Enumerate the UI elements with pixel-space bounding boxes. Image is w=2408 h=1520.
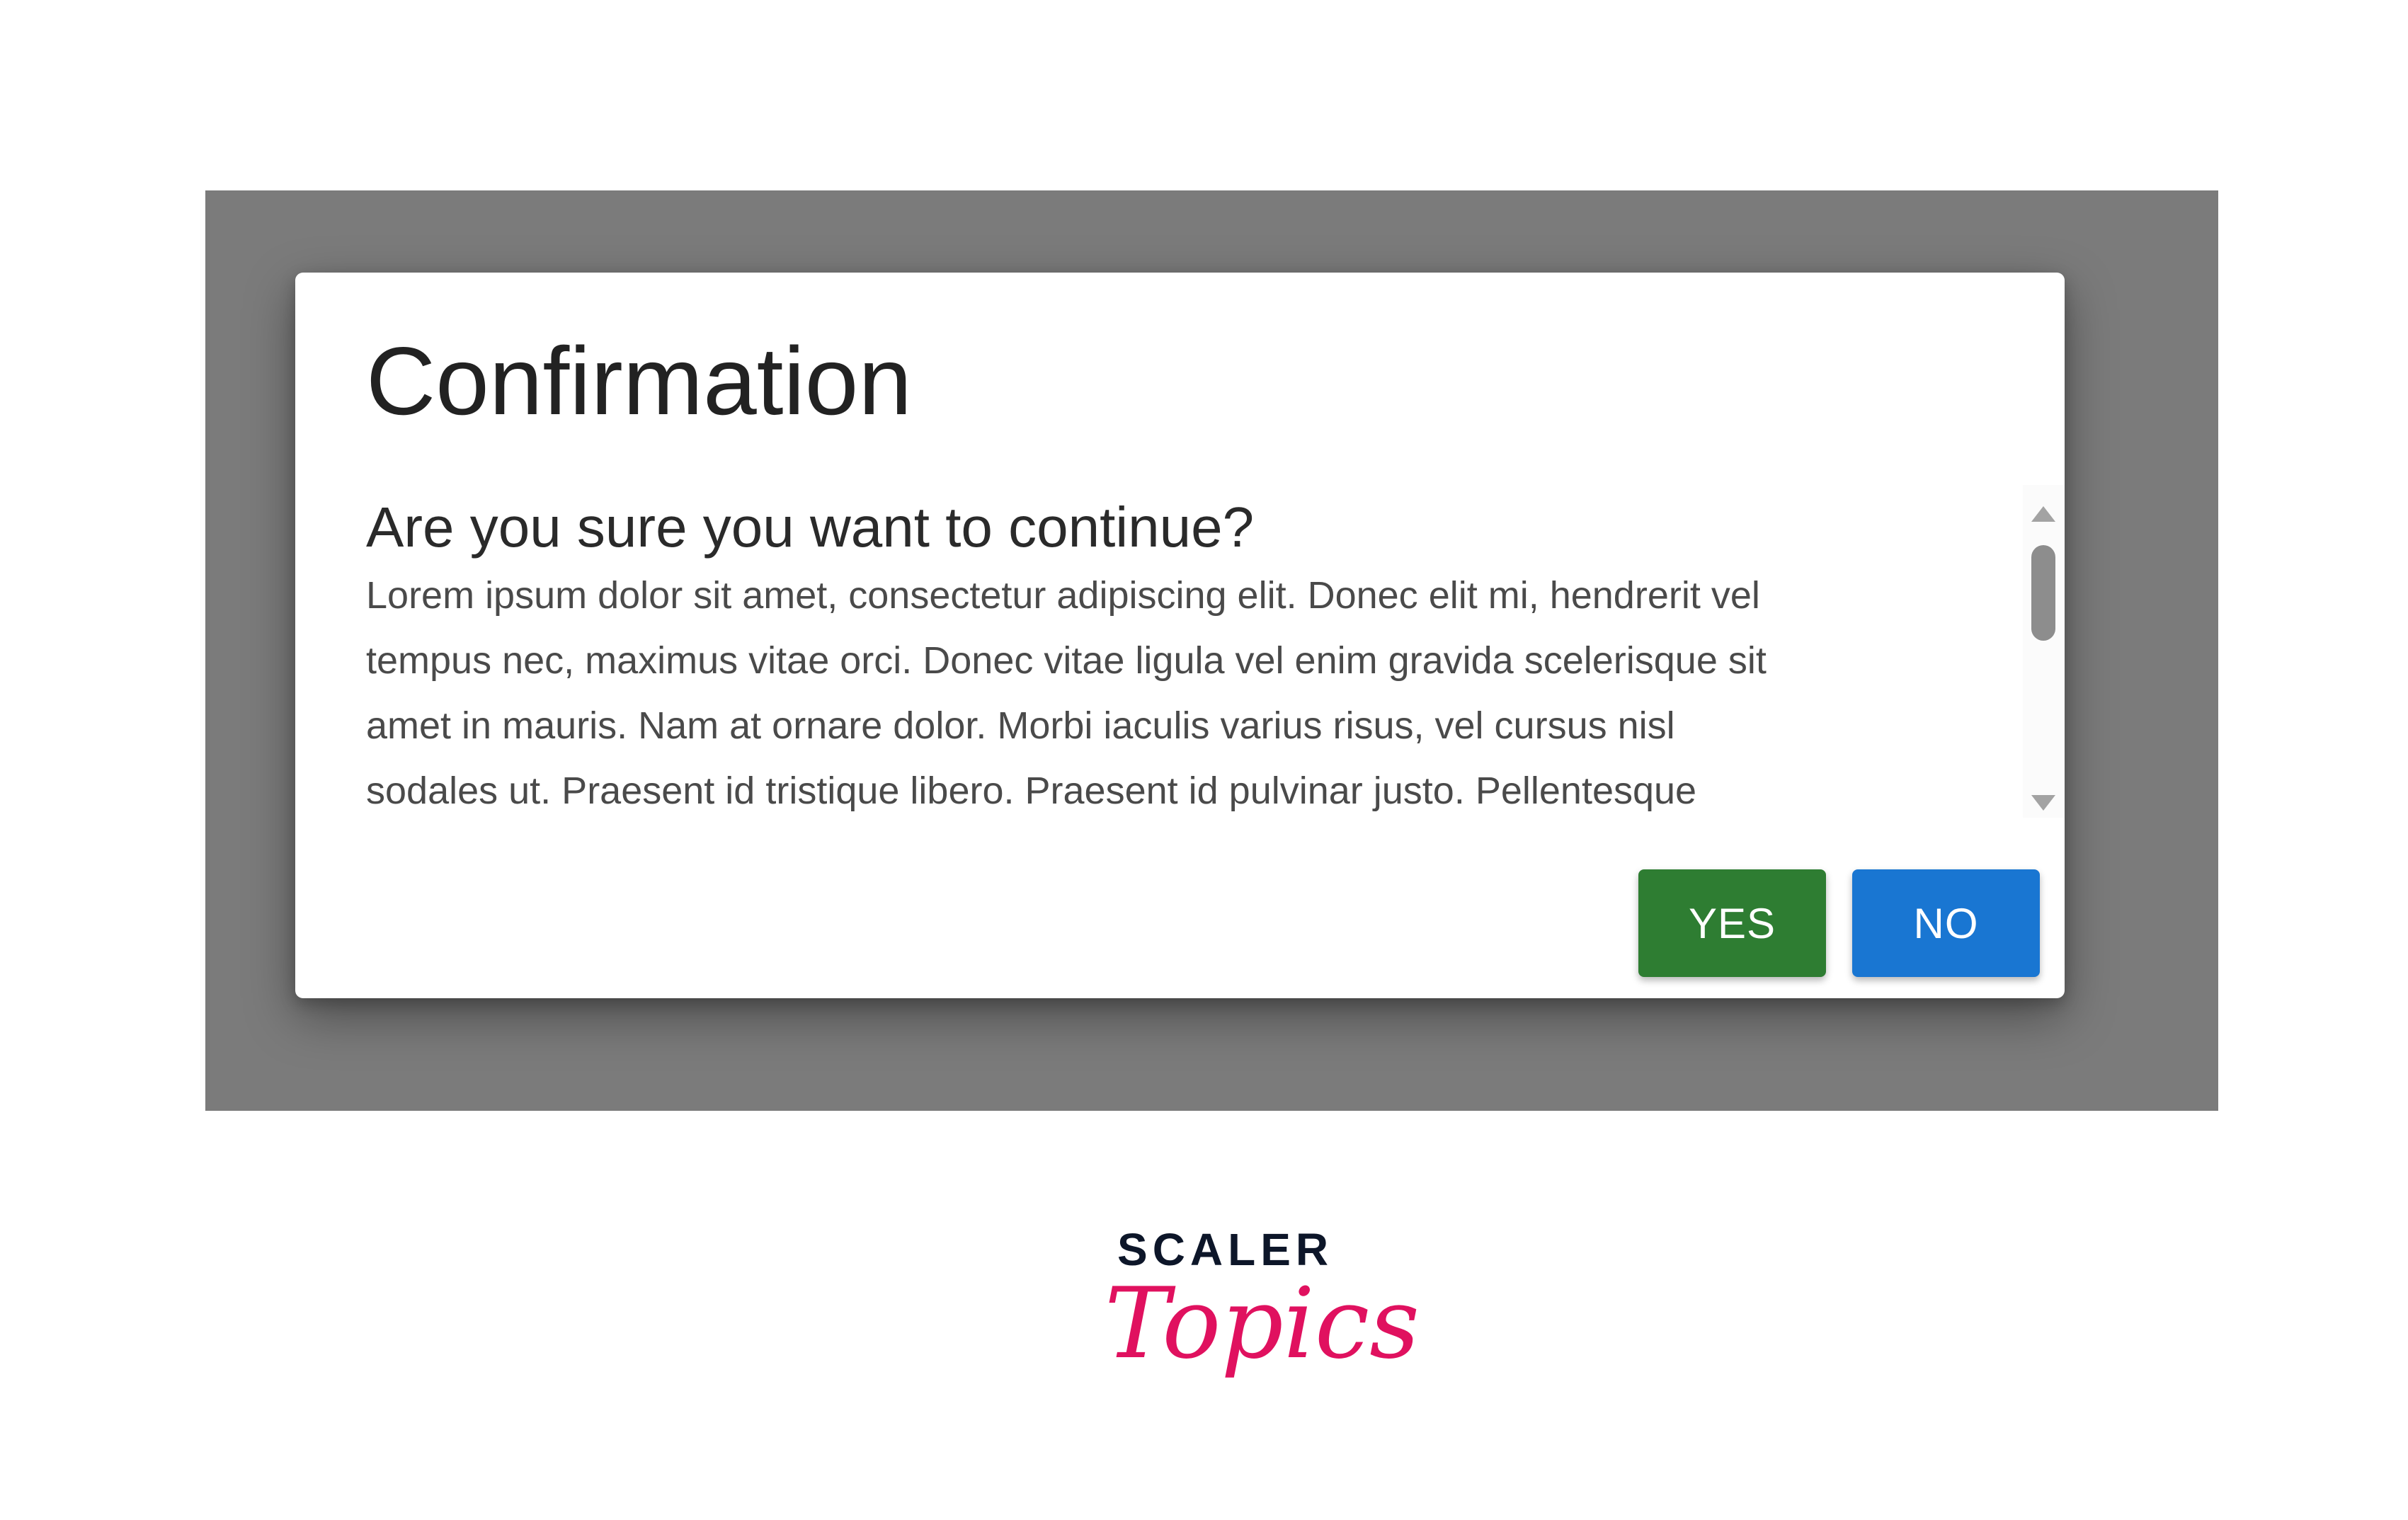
dialog-content[interactable]: Are you sure you want to continue? Lorem… — [295, 485, 2065, 818]
dialog-subtitle: Are you sure you want to continue? — [366, 496, 1255, 559]
no-button[interactable]: NO — [1852, 869, 2040, 977]
content-scrollbar[interactable] — [2023, 485, 2065, 818]
scaler-topics-logo: SCALER Topics — [1105, 1221, 1420, 1405]
arrow-down-icon[interactable] — [2031, 795, 2055, 811]
dialog-content-text: Are you sure you want to continue? Lorem… — [366, 485, 1825, 818]
modal-backdrop[interactable]: Confirmation Are you sure you want to co… — [205, 190, 2218, 1111]
body-line: sodales ut. Praesent id tristique libero… — [366, 770, 1697, 812]
body-line: Lorem ipsum dolor sit amet, consectetur … — [366, 574, 1760, 617]
body-line: tempus nec, maximus vitae orci. Donec vi… — [366, 639, 1767, 682]
dialog-title: Confirmation — [366, 327, 912, 435]
confirmation-dialog: Confirmation Are you sure you want to co… — [295, 273, 2065, 998]
body-line: amet in mauris. Nam at ornare dolor. Mor… — [366, 704, 1675, 747]
logo-wordmark-topics: Topics — [1105, 1267, 1420, 1381]
yes-button[interactable]: YES — [1638, 869, 1826, 977]
scrollbar-thumb[interactable] — [2031, 545, 2055, 641]
arrow-up-icon[interactable] — [2031, 506, 2055, 522]
dialog-body-text: Lorem ipsum dolor sit amet, consectetur … — [366, 563, 1825, 818]
